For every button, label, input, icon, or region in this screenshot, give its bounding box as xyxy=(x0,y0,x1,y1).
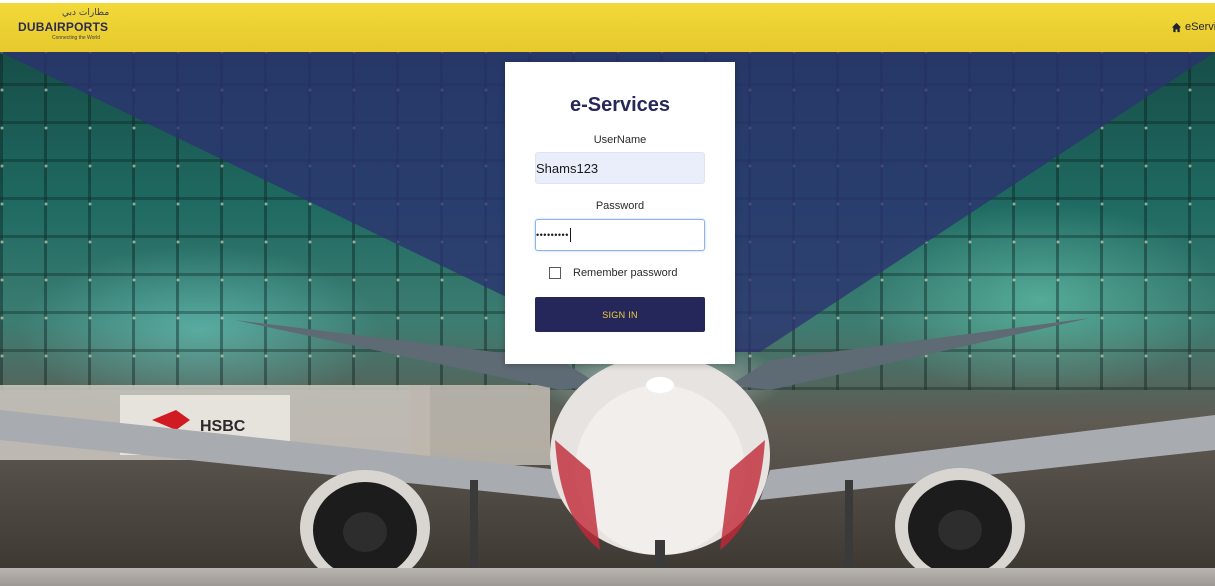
login-card: e-Services UserName Shams123 Password ••… xyxy=(505,62,735,364)
logo-main-text: DUBAIRPORTS xyxy=(18,20,109,34)
eservices-home-link[interactable]: eServi xyxy=(1171,18,1215,36)
username-value: Shams123 xyxy=(536,160,599,176)
username-field[interactable]: Shams123 xyxy=(535,152,705,184)
dubai-airports-logo[interactable]: مطارات دبي DUBAIRPORTS Connecting the Wo… xyxy=(14,8,114,42)
top-header-bar: مطارات دبي DUBAIRPORTS Connecting the Wo… xyxy=(0,0,1215,52)
text-cursor xyxy=(569,228,571,242)
remember-password-checkbox[interactable] xyxy=(549,267,561,279)
home-link-label: eServi xyxy=(1185,21,1215,33)
username-label: UserName xyxy=(593,134,647,146)
login-page: HSBC مطارات دبي DUBAIRPORTS Connecting t… xyxy=(0,0,1215,586)
password-value: ••••••••• xyxy=(536,230,569,240)
sign-in-button[interactable]: SIGN IN xyxy=(535,297,705,332)
password-field[interactable]: ••••••••• xyxy=(535,219,705,251)
page-title: e-Services xyxy=(569,94,671,116)
password-label: Password xyxy=(595,200,645,212)
logo-arabic-text: مطارات دبي xyxy=(62,8,110,18)
remember-password-option[interactable]: Remember password xyxy=(549,267,678,279)
remember-password-label: Remember password xyxy=(573,267,678,279)
home-icon xyxy=(1171,22,1182,32)
logo-tagline: Connecting the World xyxy=(52,35,100,41)
apron-ground xyxy=(0,568,1215,586)
